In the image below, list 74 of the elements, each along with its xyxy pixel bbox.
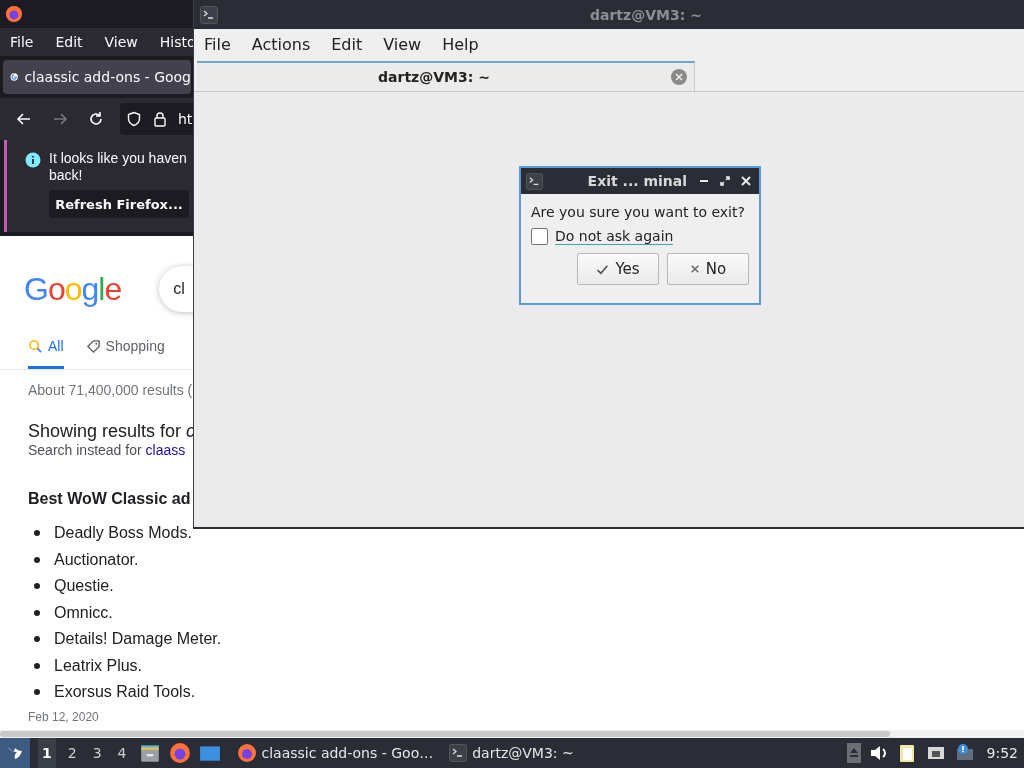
forward-icon[interactable]: [52, 111, 68, 127]
refresh-button[interactable]: Refresh Firefox...: [49, 190, 189, 218]
menu-item[interactable]: File: [10, 34, 34, 50]
clock[interactable]: 9:52: [986, 745, 1018, 761]
notification-text: back!: [49, 167, 84, 184]
notification-text: It looks like you haven: [49, 150, 188, 167]
menu-item[interactable]: View: [383, 35, 422, 54]
no-button[interactable]: No: [667, 253, 749, 285]
list-item: Details! Damage Meter.: [54, 630, 222, 649]
browser-logo-icon[interactable]: [168, 742, 191, 764]
search-tab[interactable]: Shopping: [85, 334, 165, 369]
menu-item[interactable]: Edit: [55, 34, 83, 50]
info-icon: [25, 152, 41, 168]
cross-icon: [689, 264, 700, 274]
window-title: dartz@VM3: ~: [590, 6, 702, 23]
search-icon: [28, 338, 43, 354]
lock-icon: [152, 111, 168, 127]
menu-item[interactable]: Help: [442, 35, 479, 54]
bullet-icon: [34, 609, 40, 616]
bullet-icon: [34, 530, 40, 537]
workspace-button[interactable]: 2: [63, 738, 81, 768]
google-logo[interactable]: Google: [24, 270, 122, 308]
shield-icon: [126, 111, 142, 127]
bullet-icon: [34, 662, 40, 669]
menu-item[interactable]: Actions: [251, 35, 311, 54]
terminal-icon: [526, 172, 543, 190]
search-instead-text: Search instead for: [28, 442, 142, 458]
checkbox[interactable]: [531, 228, 548, 245]
close-icon[interactable]: [740, 175, 752, 187]
result-stats: About 71,400,000 results (: [28, 382, 194, 398]
workspace-button[interactable]: 4: [113, 738, 131, 768]
list-item: Questie.: [54, 577, 114, 596]
check-icon: [596, 262, 610, 276]
menu-item[interactable]: File: [204, 35, 231, 54]
bullet-icon: [34, 689, 40, 696]
volume-icon[interactable]: [868, 743, 889, 763]
taskbar-task[interactable]: claassic add-ons - Goo…: [236, 743, 434, 763]
menu-item[interactable]: View: [104, 34, 138, 50]
browser-tab[interactable]: claassic add-ons - Goog: [3, 60, 191, 94]
workspace-button[interactable]: 1: [38, 738, 56, 768]
list-item: Auctionator.: [54, 550, 139, 569]
dialog-title: Exit ... minal: [586, 173, 687, 189]
search-instead-link[interactable]: claass: [145, 442, 186, 458]
notification-icon[interactable]: [954, 743, 975, 763]
bullet-icon: [34, 636, 40, 643]
terminal-tab[interactable]: dartz@VM3: ~: [197, 61, 695, 91]
terminal-icon: [200, 5, 218, 24]
yes-button[interactable]: Yes: [577, 253, 659, 285]
bullet-icon: [34, 583, 40, 590]
tag-icon: [85, 338, 101, 354]
taskbar-task[interactable]: dartz@VM3: ~: [449, 744, 574, 762]
start-menu-button[interactable]: [0, 738, 30, 768]
search-tab[interactable]: All: [28, 334, 64, 369]
list-item: Deadly Boss Mods.: [54, 524, 192, 543]
snippet-heading: Best WoW Classic ad: [28, 490, 192, 508]
terminal-icon: [449, 744, 468, 762]
maximize-icon[interactable]: [719, 175, 731, 187]
reload-icon[interactable]: [88, 111, 104, 127]
dialog-message: Are you sure you want to exit?: [531, 204, 746, 220]
snippet-date: Feb 12, 2020: [28, 709, 100, 724]
horizontal-scrollbar[interactable]: [0, 730, 1024, 738]
menu-item[interactable]: Edit: [331, 35, 363, 54]
checkbox-label[interactable]: Do not ask again: [555, 228, 674, 245]
address-bar[interactable]: ht: [120, 103, 196, 135]
list-item: Leatrix Plus.: [54, 656, 143, 675]
workspace-button[interactable]: 3: [88, 738, 106, 768]
list-item: Exorsus Raid Tools.: [54, 683, 196, 702]
bullet-icon: [34, 556, 40, 563]
file-cabinet-icon[interactable]: [138, 742, 161, 764]
list-item: Omnicc.: [54, 603, 113, 622]
back-icon[interactable]: [16, 111, 32, 127]
browser-logo-icon: [5, 5, 23, 23]
tab-title: claassic add-ons - Goog: [24, 69, 191, 85]
browser-logo-icon: [236, 743, 257, 763]
